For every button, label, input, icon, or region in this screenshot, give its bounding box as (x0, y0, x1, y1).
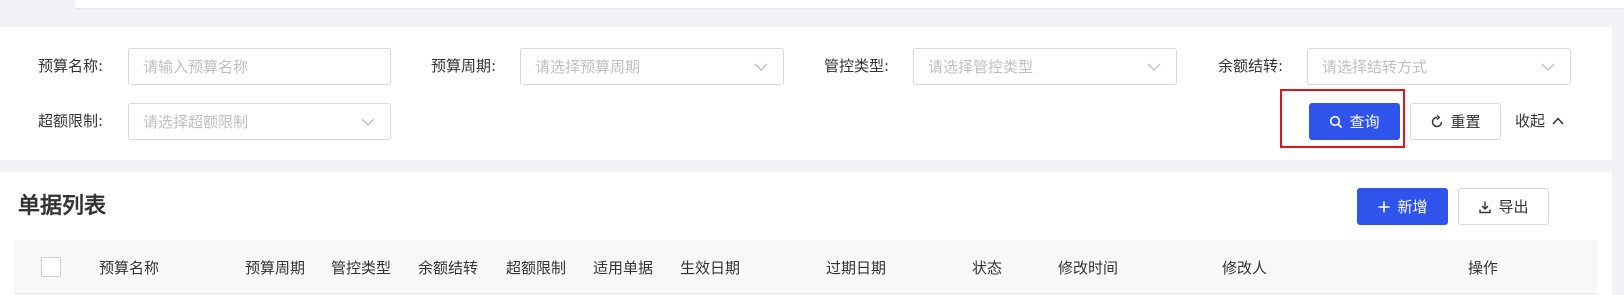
plus-icon (1378, 201, 1390, 212)
column-header: 生效日期 (680, 259, 741, 277)
budget-period-label: 预算周期: (431, 57, 497, 75)
chevron-up-icon (1552, 117, 1564, 125)
column-header: 修改时间 (1058, 259, 1119, 277)
over-limit-placeholder: 请选择超额限制 (143, 113, 249, 131)
export-button[interactable]: 导出 (1458, 188, 1549, 225)
column-header: 状态 (972, 259, 1003, 277)
column-header: 操作 (1468, 259, 1499, 277)
download-icon (1479, 201, 1492, 213)
chevron-down-icon (754, 63, 768, 71)
over-limit-label: 超额限制: (38, 112, 104, 130)
over-limit-select[interactable]: 请选择超额限制 (128, 103, 391, 140)
column-header: 预算名称 (99, 259, 160, 277)
export-label: 导出 (1498, 198, 1529, 216)
chevron-down-icon (1541, 63, 1555, 71)
column-header: 过期日期 (826, 259, 887, 277)
budget-name-input[interactable]: 请输入预算名称 (128, 48, 391, 85)
refresh-icon (1432, 114, 1443, 127)
column-header: 超额限制 (506, 259, 567, 277)
budget-name-label: 预算名称: (38, 57, 104, 75)
control-type-select[interactable]: 请选择管控类型 (913, 48, 1177, 85)
column-header: 预算周期 (245, 259, 306, 277)
reset-label: 重置 (1450, 113, 1481, 131)
list-title: 单据列表 (18, 194, 107, 219)
header-divider (14, 293, 1597, 294)
select-all-checkbox[interactable] (41, 257, 61, 277)
budget-name-placeholder: 请输入预算名称 (143, 58, 249, 76)
add-button[interactable]: 新增 (1357, 188, 1448, 225)
collapse-toggle[interactable]: 收起 (1515, 111, 1565, 131)
top-card-edge (75, 0, 1624, 9)
highlight-annotation (1280, 89, 1405, 148)
column-header: 修改人 (1222, 259, 1268, 277)
control-type-placeholder: 请选择管控类型 (928, 58, 1034, 76)
collapse-label: 收起 (1515, 112, 1546, 130)
right-gutter (1612, 27, 1624, 295)
budget-period-placeholder: 请选择预算周期 (535, 58, 641, 76)
chevron-down-icon (1147, 63, 1161, 71)
chevron-down-icon (361, 118, 375, 126)
column-header: 适用单据 (593, 259, 654, 277)
balance-carryover-placeholder: 请选择结转方式 (1322, 58, 1428, 76)
balance-carryover-select[interactable]: 请选择结转方式 (1307, 48, 1571, 85)
balance-carryover-label: 余额结转: (1218, 57, 1284, 75)
column-header: 管控类型 (331, 259, 392, 277)
budget-period-select[interactable]: 请选择预算周期 (520, 48, 784, 85)
reset-button[interactable]: 重置 (1410, 103, 1501, 140)
column-header: 余额结转 (418, 259, 479, 277)
control-type-label: 管控类型: (824, 57, 890, 75)
add-label: 新增 (1397, 198, 1428, 216)
